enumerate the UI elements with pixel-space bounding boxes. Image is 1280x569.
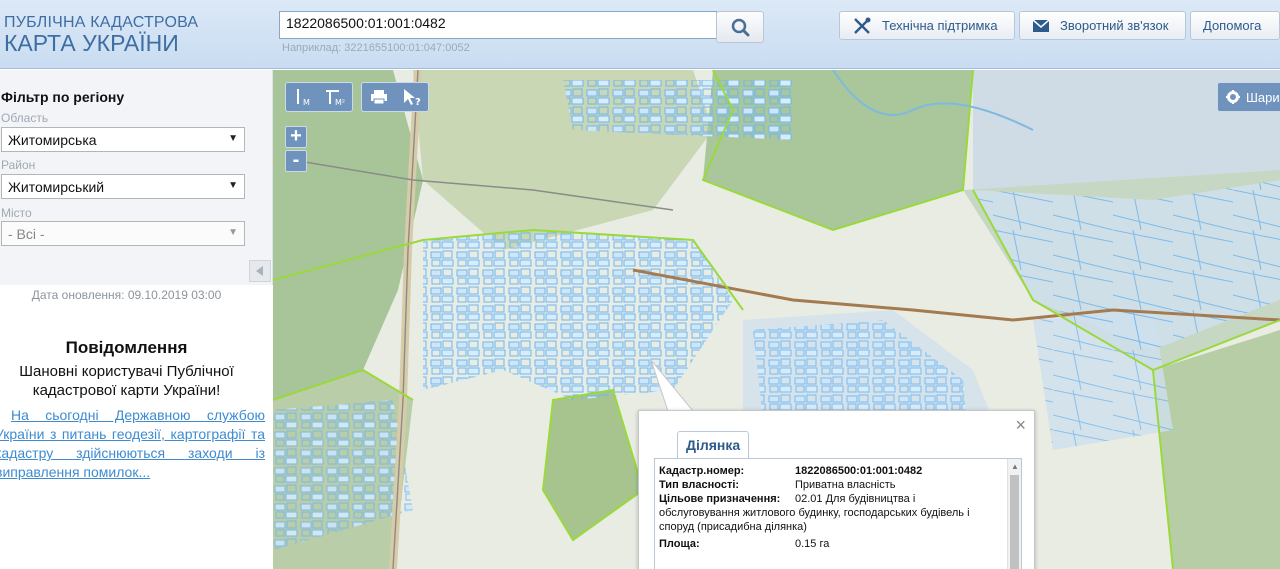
measure-toolbar: М М² — [285, 82, 353, 112]
top-header: ПУБЛІЧНА КАДАСТРОВА КАРТА УКРАЇНИ 182208… — [0, 0, 1280, 69]
ownership-value: Приватна власність — [795, 479, 896, 491]
notice-title: Повідомлення — [65, 338, 188, 357]
notice-greeting: Шановні користувачі Публічної кадастрово… — [19, 363, 234, 399]
chevron-left-icon — [256, 266, 263, 276]
sidebar: Фільтр по регіону Область Житомирська ▼ … — [0, 70, 273, 569]
scroll-up-icon[interactable]: ▲ — [1011, 462, 1019, 471]
area-value: 0.15 га — [795, 538, 830, 550]
popup-scrollbar[interactable]: ▲ — [1007, 459, 1021, 569]
close-icon[interactable]: × — [1015, 415, 1026, 436]
zoom-in-button[interactable]: + — [285, 126, 307, 148]
zoom-out-button[interactable]: - — [285, 150, 307, 172]
chevron-down-icon: ▼ — [228, 227, 238, 238]
chevron-down-icon: ▼ — [228, 180, 238, 191]
region-value: Житомирська — [8, 132, 97, 148]
ruler-line-icon: М — [296, 89, 310, 107]
support-button[interactable]: Технічна підтримка — [839, 11, 1015, 40]
scrollbar-thumb[interactable] — [1010, 475, 1019, 569]
print-info-toolbar: ? — [361, 82, 429, 112]
region-filter-panel: Фільтр по регіону Область Житомирська ▼ … — [0, 70, 273, 285]
feedback-button[interactable]: Зворотний зв'язок — [1019, 11, 1186, 40]
tab-parcel[interactable]: Ділянка — [677, 431, 750, 459]
search-hint: Наприклад: 3221655100:01:047:0052 — [282, 42, 470, 54]
purpose-row: Цільове призначення: 02.01 Для будівництв… — [659, 492, 915, 506]
region-select[interactable]: Житомирська ▼ — [1, 127, 245, 152]
search-icon — [731, 18, 750, 37]
purpose-value: 02.01 Для будівництва і — [795, 493, 916, 505]
help-label: Допомога — [1203, 18, 1262, 33]
cadastral-value: 1822086500:01:001:0482 — [795, 465, 923, 477]
cadastral-label: Кадастр.номер: — [659, 465, 745, 477]
district-value: Житомирський — [8, 179, 105, 195]
cadastral-row: Кадастр.номер: 1822086500:01:001:0482 — [659, 464, 922, 478]
ownership-row: Тип власності: Приватна власність — [659, 478, 895, 492]
layers-button[interactable]: Шари — [1217, 82, 1280, 112]
tools-icon — [854, 17, 871, 34]
purpose-continuation: обслуговування житлового будинку, господ… — [659, 507, 970, 533]
site-logo[interactable]: ПУБЛІЧНА КАДАСТРОВА КАРТА УКРАЇНИ — [4, 14, 198, 57]
help-button[interactable]: Допомога — [1190, 11, 1280, 40]
cadastral-map[interactable]: М М² ? + - Шари × Ділянка Кадастр.номер:… — [273, 70, 1280, 569]
city-select[interactable]: - Всі - ▼ — [1, 221, 245, 246]
update-date: Дата оновлення: 09.10.2019 03:00 — [31, 288, 222, 302]
printer-icon — [370, 90, 387, 105]
area-label: Площа: — [659, 538, 700, 550]
parcel-info-popup: × Ділянка Кадастр.номер: 1822086500:01:00… — [638, 410, 1035, 569]
logo-line2: КАРТА УКРАЇНИ — [4, 30, 179, 56]
identify-button[interactable]: ? — [395, 83, 428, 111]
measure-line-unit: М — [303, 98, 310, 107]
identify-mark: ? — [415, 97, 421, 107]
support-label: Технічна підтримка — [882, 18, 998, 33]
city-label: Місто — [1, 206, 32, 220]
measure-line-tool[interactable]: М — [286, 83, 319, 111]
purpose-label: Цільове призначення: — [659, 493, 781, 505]
measure-area-tool[interactable]: М² — [319, 83, 352, 111]
parcel-details: Кадастр.номер: 1822086500:01:001:0482 Тип… — [654, 458, 1022, 569]
cursor-question-icon: ? — [403, 89, 421, 107]
ownership-label: Тип власності: — [659, 479, 740, 491]
district-select[interactable]: Житомирський ▼ — [1, 174, 245, 199]
chevron-down-icon: ▼ — [228, 133, 238, 144]
envelope-icon — [1032, 18, 1050, 32]
print-button[interactable] — [362, 83, 395, 111]
ruler-area-icon: М² — [325, 90, 345, 107]
search-button[interactable] — [716, 11, 764, 43]
city-value: - Всі - — [8, 226, 45, 242]
notice-link[interactable]: На сьогодні Державною службою України з … — [0, 406, 265, 482]
search-input[interactable]: 1822086500:01:001:0482 — [279, 11, 717, 39]
district-label: Район — [1, 158, 36, 172]
feedback-label: Зворотний зв'язок — [1060, 18, 1169, 33]
gear-icon — [1226, 90, 1240, 104]
collapse-sidebar-button[interactable] — [249, 260, 271, 282]
area-row: Площа: 0.15 га — [659, 537, 829, 551]
filter-title: Фільтр по регіону — [1, 89, 125, 105]
measure-area-unit: М² — [335, 98, 345, 107]
layers-label: Шари — [1246, 89, 1280, 105]
region-label: Область — [1, 111, 49, 125]
